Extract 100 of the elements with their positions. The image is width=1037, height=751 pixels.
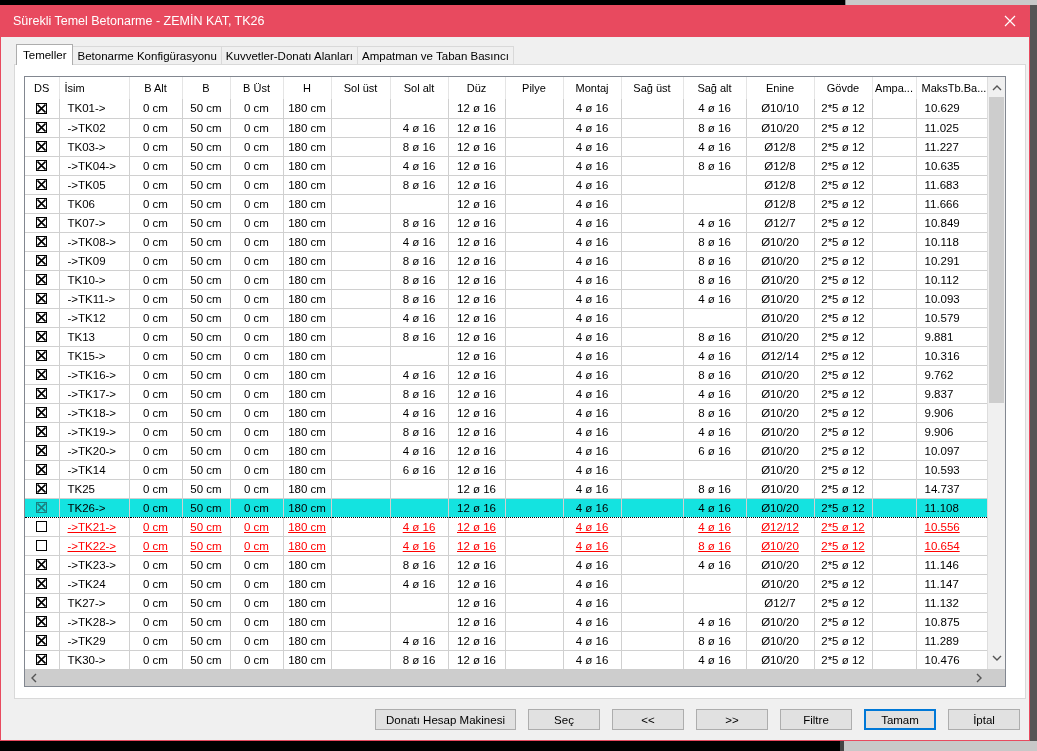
checkbox[interactable] xyxy=(36,520,48,532)
scroll-left-icon[interactable] xyxy=(30,672,38,683)
column-header[interactable]: Sağ üst xyxy=(621,77,683,99)
dialog-button[interactable]: Filtre xyxy=(780,709,852,730)
column-header[interactable]: Sol üst xyxy=(331,77,390,99)
checkbox[interactable] xyxy=(36,254,48,266)
table-row[interactable]: ->TK12 0 cm 50 cm 0 cm 180 cm 4 ø 16 12 ø 16 4 ø 16 Ø10/20 2*5 ø 12 10.579 xyxy=(25,308,988,327)
checkbox[interactable] xyxy=(36,463,48,475)
checkbox[interactable] xyxy=(36,102,48,114)
tab[interactable]: Ampatman ve Taban Basıncı xyxy=(357,46,514,65)
checkbox[interactable] xyxy=(36,634,48,646)
scroll-down-icon[interactable] xyxy=(991,654,1002,662)
table-row[interactable]: ->TK24 0 cm 50 cm 0 cm 180 cm 4 ø 16 12 ø 16 4 ø 16 Ø10/20 2*5 ø 12 11.147 xyxy=(25,574,988,593)
checkbox[interactable] xyxy=(36,159,48,171)
column-header[interactable]: İsim xyxy=(59,77,129,99)
table-row[interactable]: ->TK19-> 0 cm 50 cm 0 cm 180 cm 8 ø 16 12 ø 16 4 ø 16 4 ø 16 Ø10/20 2*5 ø 12 9.906 xyxy=(25,422,988,441)
column-header[interactable]: Montaj xyxy=(563,77,621,99)
dialog-button[interactable]: >> xyxy=(696,709,768,730)
column-header[interactable]: B xyxy=(182,77,230,99)
table-row[interactable]: ->TK16-> 0 cm 50 cm 0 cm 180 cm 4 ø 16 12 ø 16 4 ø 16 8 ø 16 Ø10/20 2*5 ø 12 9.762 xyxy=(25,365,988,384)
checkbox[interactable] xyxy=(36,482,48,494)
checkbox[interactable] xyxy=(36,121,48,133)
table-row[interactable]: TK15-> 0 cm 50 cm 0 cm 180 cm 12 ø 16 4 ø 16 4 ø 16 Ø12/14 2*5 ø 12 10.316 xyxy=(25,346,988,365)
checkbox[interactable] xyxy=(36,577,48,589)
table-row[interactable]: ->TK29 0 cm 50 cm 0 cm 180 cm 4 ø 16 12 ø 16 4 ø 16 8 ø 16 Ø10/20 2*5 ø 12 11.289 xyxy=(25,631,988,650)
column-header[interactable]: Enine xyxy=(746,77,814,99)
column-header[interactable]: Gövde xyxy=(814,77,872,99)
column-header[interactable]: Düz xyxy=(448,77,505,99)
table-cell: 0 cm xyxy=(244,235,269,248)
checkbox[interactable] xyxy=(36,311,48,323)
table-cell: TK26-> xyxy=(67,501,106,514)
column-header[interactable]: Sol alt xyxy=(390,77,448,99)
table-row[interactable]: TK06 0 cm 50 cm 0 cm 180 cm 12 ø 16 4 ø 16 Ø12/8 2*5 ø 12 11.666 xyxy=(25,194,988,213)
checkbox[interactable] xyxy=(36,558,48,570)
checkbox[interactable] xyxy=(36,653,48,665)
checkbox[interactable] xyxy=(36,216,48,228)
checkbox[interactable] xyxy=(36,539,48,551)
table-cell: 2*5 ø 12 xyxy=(821,311,865,324)
table-row[interactable]: TK03-> 0 cm 50 cm 0 cm 180 cm 8 ø 16 12 ø 16 4 ø 16 4 ø 16 Ø12/8 2*5 ø 12 11.227 xyxy=(25,137,988,156)
table-row[interactable]: ->TK02 0 cm 50 cm 0 cm 180 cm 4 ø 16 12 ø 16 4 ø 16 8 ø 16 Ø10/20 2*5 ø 12 11.025 xyxy=(25,118,988,137)
column-header[interactable]: Pilye xyxy=(505,77,563,99)
dialog-button[interactable]: Seç xyxy=(528,709,600,730)
checkbox[interactable] xyxy=(36,406,48,418)
column-header[interactable]: H xyxy=(283,77,331,99)
table-cell: 2*5 ø 12 xyxy=(821,387,865,400)
table-cell: Ø12/7 xyxy=(764,596,796,609)
column-header[interactable]: B Üst xyxy=(230,77,283,99)
table-row[interactable]: TK10-> 0 cm 50 cm 0 cm 180 cm 8 ø 16 12 ø 16 4 ø 16 8 ø 16 Ø10/20 2*5 ø 12 10.112 xyxy=(25,270,988,289)
dialog-button[interactable]: Donatı Hesap Makinesi xyxy=(375,709,516,730)
dialog-button[interactable]: << xyxy=(612,709,684,730)
table-row[interactable]: TK25 0 cm 50 cm 0 cm 180 cm 12 ø 16 4 ø 16 8 ø 16 Ø10/20 2*5 ø 12 14.737 xyxy=(25,479,988,498)
column-header[interactable]: Ampa... xyxy=(872,77,916,99)
table-row[interactable]: ->TK04-> 0 cm 50 cm 0 cm 180 cm 4 ø 16 12 ø 16 4 ø 16 8 ø 16 Ø12/8 2*5 ø 12 10.635 xyxy=(25,156,988,175)
table-row[interactable]: ->TK08-> 0 cm 50 cm 0 cm 180 cm 4 ø 16 12 ø 16 4 ø 16 8 ø 16 Ø10/20 2*5 ø 12 10.118 xyxy=(25,232,988,251)
checkbox[interactable] xyxy=(36,501,48,513)
dialog-button[interactable]: Tamam xyxy=(864,709,936,730)
checkbox[interactable] xyxy=(36,596,48,608)
checkbox[interactable] xyxy=(36,349,48,361)
checkbox[interactable] xyxy=(36,292,48,304)
table-row[interactable]: TK01-> 0 cm 50 cm 0 cm 180 cm 12 ø 16 4 ø 16 4 ø 16 Ø10/10 2*5 ø 12 10.629 xyxy=(25,99,988,118)
checkbox[interactable] xyxy=(36,178,48,190)
table-row[interactable]: ->TK17-> 0 cm 50 cm 0 cm 180 cm 8 ø 16 12 ø 16 4 ø 16 4 ø 16 Ø10/20 2*5 ø 12 9.837 xyxy=(25,384,988,403)
checkbox[interactable] xyxy=(36,140,48,152)
checkbox[interactable] xyxy=(36,197,48,209)
horizontal-scrollbar[interactable] xyxy=(25,669,1005,686)
checkbox[interactable] xyxy=(36,387,48,399)
dialog-button[interactable]: İptal xyxy=(948,709,1020,730)
table-row[interactable]: TK26-> 0 cm 50 cm 0 cm 180 cm 12 ø 16 4 ø 16 4 ø 16 Ø10/20 2*5 ø 12 11.108 xyxy=(25,498,988,517)
table-row[interactable]: ->TK18-> 0 cm 50 cm 0 cm 180 cm 4 ø 16 12 ø 16 4 ø 16 8 ø 16 Ø10/20 2*5 ø 12 9.906 xyxy=(25,403,988,422)
table-row[interactable]: TK13 0 cm 50 cm 0 cm 180 cm 8 ø 16 12 ø 16 4 ø 16 8 ø 16 Ø10/20 2*5 ø 12 9.881 xyxy=(25,327,988,346)
close-icon[interactable] xyxy=(1004,15,1016,27)
checkbox[interactable] xyxy=(36,235,48,247)
table-row[interactable]: TK07-> 0 cm 50 cm 0 cm 180 cm 8 ø 16 12 ø 16 4 ø 16 4 ø 16 Ø12/7 2*5 ø 12 10.849 xyxy=(25,213,988,232)
table-row[interactable]: ->TK20-> 0 cm 50 cm 0 cm 180 cm 4 ø 16 12 ø 16 4 ø 16 6 ø 16 Ø10/20 2*5 ø 12 10.097 xyxy=(25,441,988,460)
column-header[interactable]: DS xyxy=(25,77,59,99)
table-cell: 2*5 ø 12 xyxy=(821,463,865,476)
table-row[interactable]: ->TK14 0 cm 50 cm 0 cm 180 cm 6 ø 16 12 ø 16 4 ø 16 Ø10/20 2*5 ø 12 10.593 xyxy=(25,460,988,479)
table-row[interactable]: ->TK22-> 0 cm 50 cm 0 cm 180 cm 4 ø 16 12 ø 16 4 ø 16 8 ø 16 Ø10/20 2*5 ø 12 10.654 xyxy=(25,536,988,555)
scroll-up-icon[interactable] xyxy=(991,84,1002,92)
scroll-right-icon[interactable] xyxy=(975,672,983,683)
column-header[interactable]: B Alt xyxy=(129,77,182,99)
checkbox[interactable] xyxy=(36,444,48,456)
checkbox[interactable] xyxy=(36,330,48,342)
table-row[interactable]: ->TK21-> 0 cm 50 cm 0 cm 180 cm 4 ø 16 12 ø 16 4 ø 16 4 ø 16 Ø12/12 2*5 ø 12 10.556 xyxy=(25,517,988,536)
table-row[interactable]: ->TK11-> 0 cm 50 cm 0 cm 180 cm 8 ø 16 12 ø 16 4 ø 16 4 ø 16 Ø10/20 2*5 ø 12 10.093 xyxy=(25,289,988,308)
scrollbar-thumb[interactable] xyxy=(989,97,1004,403)
table-cell: 180 cm xyxy=(288,311,326,324)
table-row[interactable]: ->TK23-> 0 cm 50 cm 0 cm 180 cm 8 ø 16 12 ø 16 4 ø 16 4 ø 16 Ø10/20 2*5 ø 12 11.146 xyxy=(25,555,988,574)
checkbox[interactable] xyxy=(36,425,48,437)
checkbox[interactable] xyxy=(36,615,48,627)
column-header[interactable]: Sağ alt xyxy=(683,77,746,99)
tab[interactable]: Temeller xyxy=(16,44,74,65)
table-row[interactable]: TK27-> 0 cm 50 cm 0 cm 180 cm 12 ø 16 4 ø 16 Ø12/7 2*5 ø 12 11.132 xyxy=(25,593,988,612)
table-row[interactable]: ->TK09 0 cm 50 cm 0 cm 180 cm 8 ø 16 12 ø 16 4 ø 16 8 ø 16 Ø10/20 2*5 ø 12 10.291 xyxy=(25,251,988,270)
table-row[interactable]: ->TK28-> 0 cm 50 cm 0 cm 180 cm 12 ø 16 4 ø 16 4 ø 16 Ø10/20 2*5 ø 12 10.875 xyxy=(25,612,988,631)
table-row[interactable]: ->TK05 0 cm 50 cm 0 cm 180 cm 8 ø 16 12 ø 16 4 ø 16 Ø12/8 2*5 ø 12 11.683 xyxy=(25,175,988,194)
checkbox[interactable] xyxy=(36,273,48,285)
checkbox[interactable] xyxy=(36,368,48,380)
table-cell: 0 cm xyxy=(143,558,168,571)
vertical-scrollbar[interactable] xyxy=(987,77,1005,669)
